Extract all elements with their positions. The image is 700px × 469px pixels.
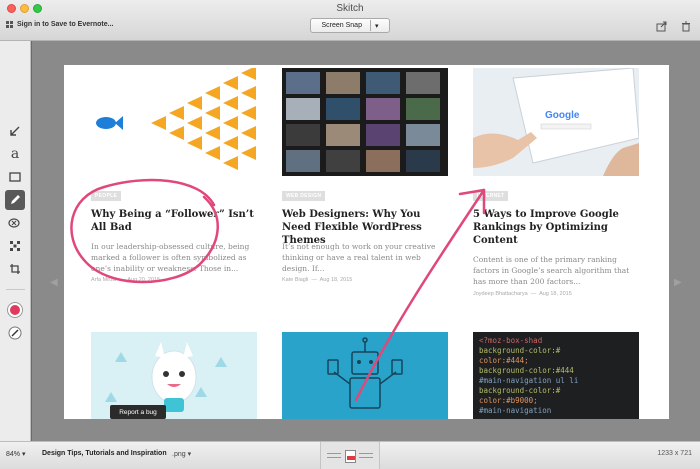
arrow-tool[interactable] — [5, 121, 25, 141]
stamp-tool[interactable] — [5, 236, 25, 256]
image-dimensions: 1233 x 721 — [657, 450, 692, 457]
chevron-down-icon[interactable]: ▾ — [375, 22, 379, 30]
window-title: Skitch — [336, 3, 364, 14]
chevron-left-icon[interactable]: ◀ — [50, 277, 58, 288]
filename-field[interactable]: Design Tips, Tutorials and Inspiration — [42, 450, 167, 457]
report-bug-button[interactable]: Report a bug — [110, 405, 166, 419]
grid-icon — [6, 21, 13, 28]
line-width-icon — [8, 326, 22, 340]
text-tool[interactable]: a — [5, 144, 25, 164]
rectangle-tool[interactable] — [5, 167, 25, 187]
pen-icon — [11, 195, 20, 204]
color-picker[interactable] — [5, 300, 25, 320]
line-width-picker[interactable] — [5, 323, 25, 343]
share-icon[interactable] — [655, 20, 667, 32]
image-file-icon — [344, 449, 356, 463]
crop-tool[interactable] — [5, 259, 25, 279]
trash-icon[interactable] — [680, 20, 692, 32]
screen-snap-label: Screen Snap — [321, 22, 362, 29]
crop-icon — [10, 264, 20, 274]
chevron-down-icon: ▾ — [187, 451, 192, 458]
annotation-circle[interactable] — [70, 178, 219, 284]
chevron-right-icon[interactable]: ▶ — [674, 277, 682, 288]
screenshot-image: PEOPLE Why Being a “Follower” Isn’t All … — [64, 65, 669, 419]
title-bar: Skitch Sign in to Save to Evernote... Sc… — [0, 0, 700, 41]
file-format-selector[interactable]: .png ▾ — [172, 450, 191, 458]
tools-sidebar: a — [0, 41, 31, 441]
status-bar: 84% ▾ Design Tips, Tutorials and Inspira… — [0, 441, 700, 469]
screen-snap-button[interactable]: Screen Snap ▾ — [310, 18, 390, 33]
screen-snap-divider — [369, 20, 371, 31]
skitch-window: Skitch Sign in to Save to Evernote... Sc… — [0, 0, 700, 469]
rectangle-icon — [9, 172, 21, 182]
toolbar-divider — [6, 289, 25, 290]
pen-tool[interactable] — [5, 190, 25, 210]
sign-in-label: Sign in to Save to Evernote... — [17, 21, 114, 28]
stamp-icon — [10, 241, 20, 251]
color-swatch-icon — [8, 303, 22, 317]
sign-in-button[interactable]: Sign in to Save to Evernote... — [6, 21, 113, 28]
arrow-icon — [10, 126, 20, 136]
zoom-level[interactable]: 84% ▾ — [6, 450, 25, 458]
text-a-icon: a — [10, 146, 20, 162]
pixelate-tool[interactable] — [5, 213, 25, 233]
chevron-down-icon: ▾ — [21, 451, 26, 458]
drag-handle[interactable] — [320, 442, 380, 469]
annotation-arrow[interactable] — [354, 188, 486, 402]
annotation-layer[interactable] — [64, 65, 669, 419]
pixelate-icon — [8, 218, 20, 228]
